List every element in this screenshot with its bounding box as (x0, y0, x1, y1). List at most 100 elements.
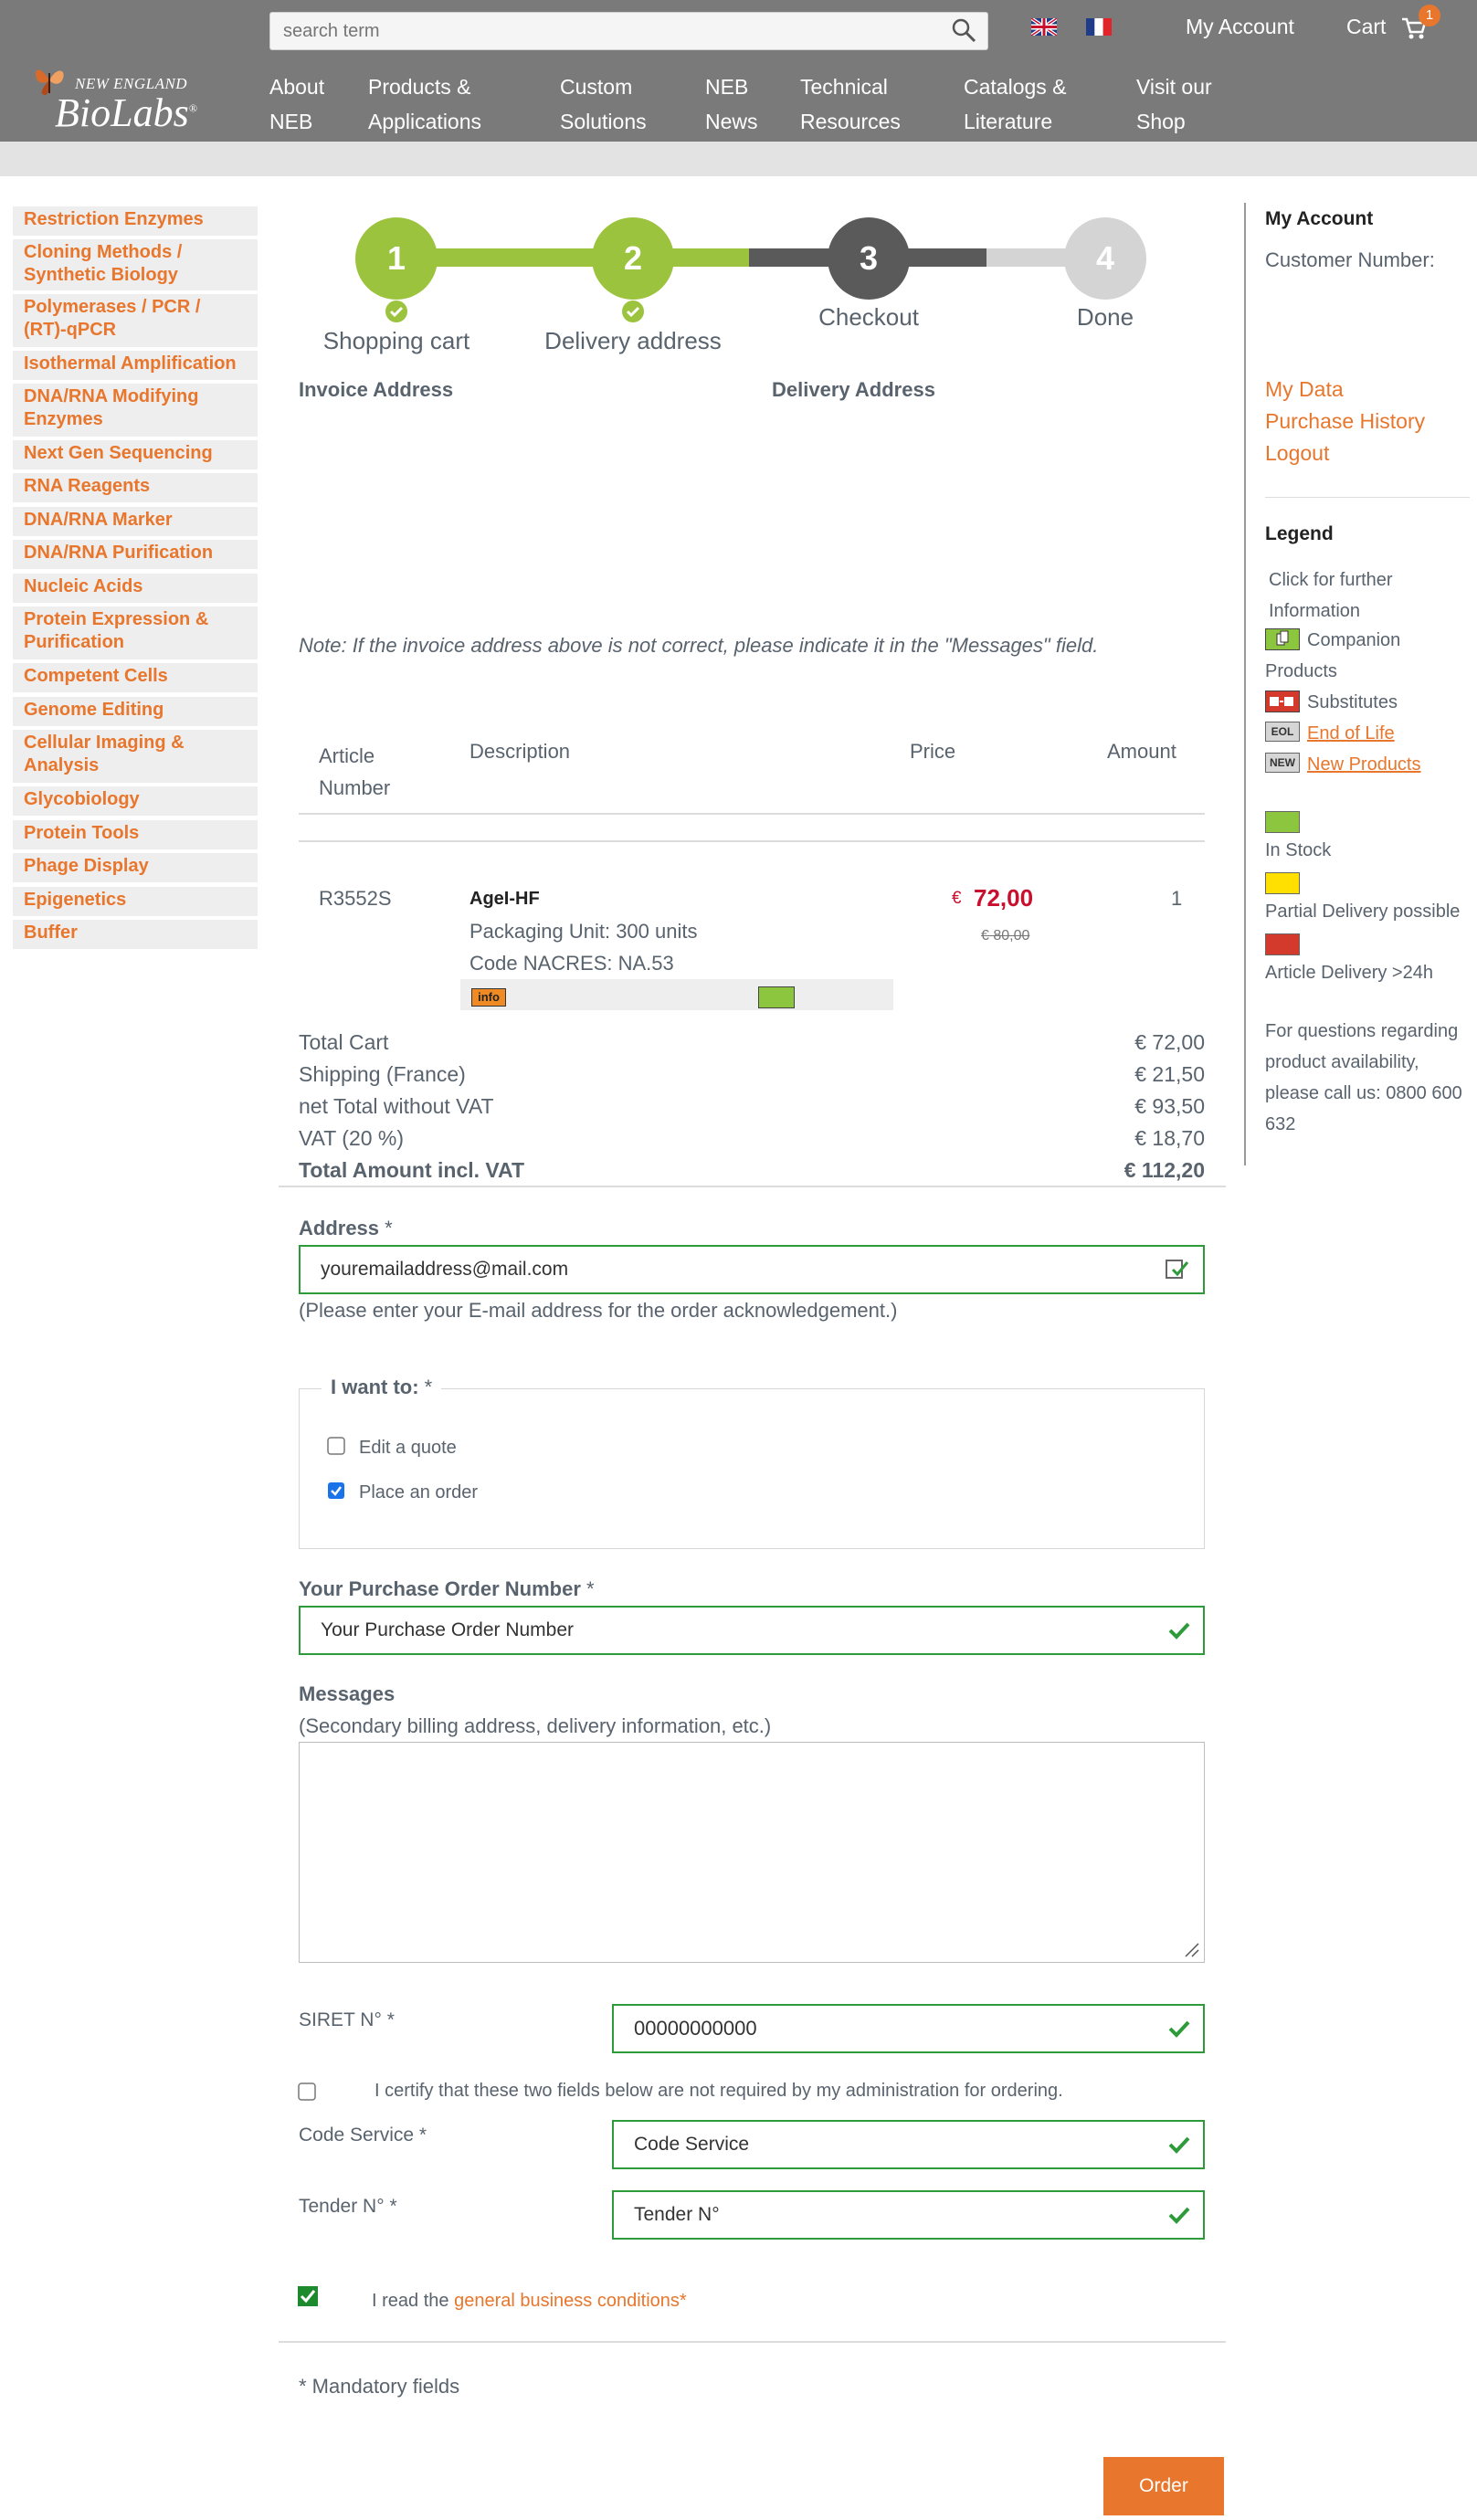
neb-logo[interactable]: NEW ENGLAND BioLabs® (27, 57, 201, 139)
form-bottom-divider (279, 2341, 1226, 2343)
nav-shop[interactable]: Visit our Shop (1136, 69, 1212, 139)
sidebar-item-isothermal[interactable]: Isothermal Amplification (13, 351, 258, 380)
partial-delivery-swatch (1265, 872, 1300, 894)
step-1-check-icon (385, 301, 407, 322)
sidebar-item-glycobiology[interactable]: Glycobiology (13, 786, 258, 816)
step-4-label: Done (1076, 303, 1134, 331)
step-3-circle: 3 (828, 217, 910, 300)
siret-label: SIRET N° * (299, 2009, 395, 2030)
edit-quote-checkbox[interactable] (327, 1437, 345, 1455)
end-of-life-link[interactable]: End of Life (1307, 718, 1395, 749)
row-amount: 1 (1171, 887, 1183, 910)
sidebar-item-restriction-enzymes[interactable]: Restriction Enzymes (13, 206, 258, 236)
sidebar-item-cellular-imaging[interactable]: Cellular Imaging & Analysis (13, 730, 258, 783)
search-icon[interactable] (950, 16, 977, 44)
uk-flag-icon[interactable] (1031, 18, 1057, 36)
mandatory-note: * Mandatory fields (299, 2375, 460, 2398)
my-account-link[interactable]: My Account (1186, 15, 1294, 39)
invoice-note: Note: If the invoice address above is no… (299, 634, 1099, 657)
logout-link[interactable]: Logout (1265, 441, 1329, 466)
nav-custom-solutions[interactable]: Custom Solutions (560, 69, 647, 139)
code-service-label: Code Service * (299, 2125, 427, 2146)
code-service-field[interactable]: Code Service (612, 2120, 1205, 2169)
address-label: Address * (299, 1217, 393, 1239)
messages-hint: (Secondary billing address, delivery inf… (299, 1714, 772, 1737)
row-packaging: Packaging Unit: 300 units (469, 920, 698, 943)
new-badge: NEW (1265, 753, 1300, 773)
intent-fieldset (299, 1388, 1205, 1549)
french-flag-icon[interactable] (1086, 18, 1112, 36)
row-price: 72,00 (974, 884, 1034, 912)
row-product-name[interactable]: AgeI-HF (469, 889, 540, 910)
nav-catalogs[interactable]: Catalogs & Literature (964, 69, 1067, 139)
siret-valid-check-icon (1168, 2020, 1190, 2038)
sidebar-item-cloning[interactable]: Cloning Methods / Synthetic Biology (13, 239, 258, 290)
invoice-address-heading: Invoice Address (299, 378, 454, 401)
po-number-field[interactable]: Your Purchase Order Number (299, 1606, 1205, 1655)
my-data-link[interactable]: My Data (1265, 377, 1344, 402)
po-valid-check-icon (1168, 1622, 1190, 1640)
terms-link[interactable]: general business conditions (454, 2291, 680, 2311)
row-old-price: € 80,00 (981, 928, 1030, 944)
companion-products-icon (1265, 628, 1300, 650)
col-header-article: Article Number (319, 744, 391, 799)
nav-technical-resources[interactable]: Technical Resources (800, 69, 901, 139)
nav-about[interactable]: About NEB (269, 69, 324, 139)
sidebar-item-modifying-enzymes[interactable]: DNA/RNA Modifying Enzymes (13, 384, 258, 437)
sidebar-item-genome-editing[interactable]: Genome Editing (13, 697, 258, 726)
vat-label: VAT (20 %) (299, 1126, 405, 1150)
legend-intro: Click for further Information (1269, 570, 1393, 621)
sidebar-item-buffer[interactable]: Buffer (13, 920, 258, 949)
substitutes-icon (1265, 691, 1300, 712)
shipping-value: € 21,50 (1134, 1062, 1205, 1086)
right-divider (1265, 497, 1470, 498)
sidebar-item-purification[interactable]: DNA/RNA Purification (13, 540, 258, 569)
terms-checkbox[interactable] (297, 2285, 319, 2307)
sidebar-item-marker[interactable]: DNA/RNA Marker (13, 507, 258, 536)
edit-quote-label: Edit a quote (359, 1438, 457, 1458)
order-button[interactable]: Order (1103, 2457, 1224, 2515)
step-1-circle[interactable]: 1 (355, 217, 438, 300)
sidebar-item-polymerases[interactable]: Polymerases / PCR / (RT)-qPCR (13, 294, 258, 347)
nav-products[interactable]: Products & Applications (368, 69, 481, 139)
info-badge[interactable]: info (471, 988, 506, 1007)
step-connector-done (396, 248, 749, 267)
my-account-heading: My Account (1265, 208, 1374, 229)
place-order-checkbox[interactable] (327, 1481, 345, 1500)
tender-field[interactable]: Tender N° (612, 2190, 1205, 2240)
email-field[interactable]: youremailaddress@mail.com (299, 1245, 1205, 1294)
step-2-label: Delivery address (544, 327, 722, 354)
siret-field[interactable]: 00000000000 (612, 2004, 1205, 2053)
shipping-label: Shipping (France) (299, 1062, 466, 1086)
substitutes-label: Substitutes (1307, 692, 1398, 712)
availability-contact: For questions regarding product availabil… (1265, 1021, 1462, 1134)
sidebar-item-phage-display[interactable]: Phage Display (13, 853, 258, 882)
step-2-circle[interactable]: 2 (592, 217, 674, 300)
sidebar-item-nucleic-acids[interactable]: Nucleic Acids (13, 574, 258, 603)
textarea-resize-handle-icon[interactable] (1182, 1940, 1200, 1958)
sidebar-item-epigenetics[interactable]: Epigenetics (13, 887, 258, 916)
certify-checkbox[interactable] (298, 2082, 316, 2101)
sidebar-item-rna-reagents[interactable]: RNA Reagents (13, 473, 258, 502)
messages-textarea[interactable] (299, 1742, 1205, 1963)
new-products-link[interactable]: New Products (1307, 749, 1421, 780)
nav-neb-news[interactable]: NEB News (705, 69, 758, 139)
sidebar-item-competent-cells[interactable]: Competent Cells (13, 663, 258, 692)
cart-link[interactable]: Cart (1346, 15, 1386, 39)
eol-badge: EOL (1265, 722, 1300, 742)
step-1-label: Shopping cart (322, 327, 470, 354)
sidebar-item-ngs[interactable]: Next Gen Sequencing (13, 440, 258, 469)
sidebar-item-protein-tools[interactable]: Protein Tools (13, 820, 258, 849)
purchase-history-link[interactable]: Purchase History (1265, 409, 1425, 434)
row-info-bar (460, 979, 893, 1010)
search-input[interactable] (269, 12, 988, 50)
customer-number: Customer Number: (1265, 248, 1435, 271)
sidebar-item-protein-expression[interactable]: Protein Expression & Purification (13, 606, 258, 659)
stock-status-indicator (758, 986, 795, 1008)
delivery-address-heading: Delivery Address (772, 378, 935, 401)
certify-text: I certify that these two fields below ar… (375, 2081, 1063, 2101)
vat-value: € 18,70 (1134, 1126, 1205, 1150)
delayed-delivery-swatch (1265, 933, 1300, 955)
row-article-number: R3552S (319, 887, 392, 910)
header-subbar (0, 142, 1477, 176)
